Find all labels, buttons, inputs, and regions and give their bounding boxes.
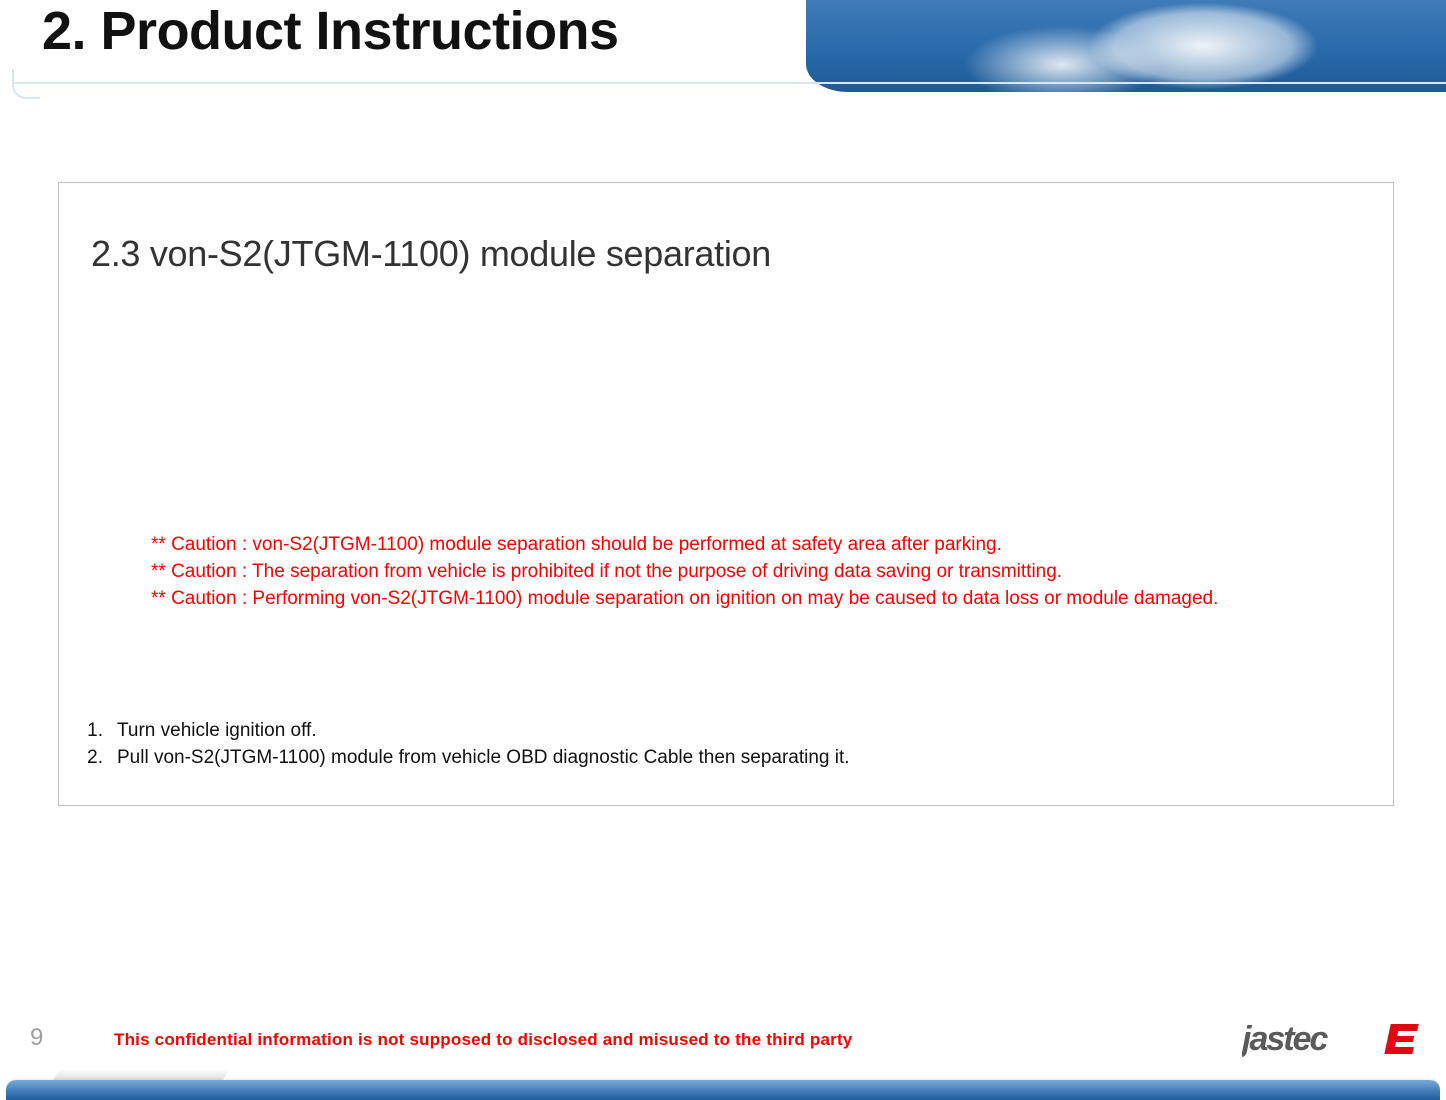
step-text: Turn vehicle ignition off. bbox=[117, 720, 317, 741]
steps-block: 1. Turn vehicle ignition off. 2. Pull von-… bbox=[79, 717, 850, 771]
step-item: 1. Turn vehicle ignition off. bbox=[79, 717, 850, 744]
caution-line: ** Caution : von-S2(JTGM-1100) module se… bbox=[151, 531, 1218, 558]
svg-text:jastec: jastec bbox=[1242, 1020, 1328, 1058]
header-sky-decoration bbox=[806, 0, 1446, 92]
section-heading: 2.3 von-S2(JTGM-1100) module separation bbox=[91, 233, 771, 275]
page-number: 9 bbox=[30, 1024, 43, 1052]
step-item: 2. Pull von-S2(JTGM-1100) module from veh… bbox=[79, 744, 850, 771]
caution-line: ** Caution : The separation from vehicle… bbox=[151, 558, 1218, 585]
step-number: 2. bbox=[79, 744, 103, 771]
header-underline bbox=[14, 82, 1446, 84]
brand-logo: jastec bbox=[1242, 1018, 1424, 1060]
jastec-logo-icon: jastec bbox=[1242, 1018, 1424, 1060]
step-text: Pull von-S2(JTGM-1100) module from vehic… bbox=[117, 747, 850, 768]
page-title: 2. Product Instructions bbox=[42, 0, 619, 62]
caution-line: ** Caution : Performing von-S2(JTGM-1100… bbox=[151, 585, 1218, 612]
caution-block: ** Caution : von-S2(JTGM-1100) module se… bbox=[151, 531, 1218, 612]
step-number: 1. bbox=[79, 717, 103, 744]
content-box: 2.3 von-S2(JTGM-1100) module separation … bbox=[58, 182, 1394, 806]
bottom-stripe-decoration bbox=[6, 1080, 1440, 1100]
footer-confidential-note: This confidential information is not sup… bbox=[114, 1030, 852, 1050]
